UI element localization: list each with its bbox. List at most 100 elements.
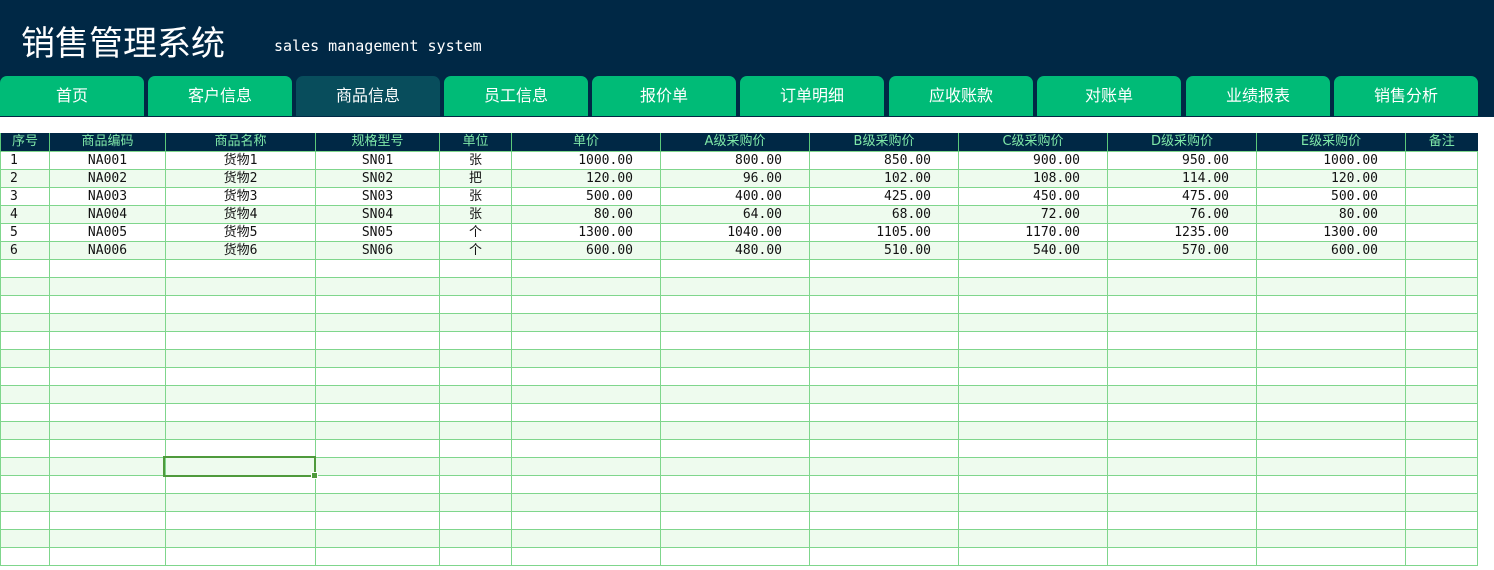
empty-cell[interactable] — [49, 331, 166, 350]
empty-cell[interactable] — [511, 547, 661, 566]
empty-cell[interactable] — [439, 511, 512, 530]
empty-cell[interactable] — [511, 367, 661, 386]
col-spec-model-cell[interactable]: SN03 — [315, 187, 440, 206]
col-price-e-cell[interactable]: 600.00 — [1256, 241, 1406, 260]
col-product-name-cell[interactable]: 货物4 — [165, 205, 316, 224]
col-index-cell[interactable]: 5 — [0, 223, 50, 242]
empty-cell[interactable] — [809, 367, 959, 386]
empty-cell[interactable] — [1107, 421, 1257, 440]
empty-cell[interactable] — [49, 295, 166, 314]
col-unit-price-cell[interactable]: 120.00 — [511, 169, 661, 188]
empty-cell[interactable] — [511, 403, 661, 422]
empty-cell[interactable] — [165, 331, 316, 350]
empty-cell[interactable] — [1256, 259, 1406, 278]
empty-cell[interactable] — [660, 547, 810, 566]
empty-cell[interactable] — [0, 457, 50, 476]
col-unit-cell[interactable]: 个 — [439, 241, 512, 260]
empty-cell[interactable] — [439, 367, 512, 386]
empty-cell[interactable] — [1107, 313, 1257, 332]
empty-cell[interactable] — [660, 367, 810, 386]
empty-cell[interactable] — [809, 403, 959, 422]
empty-cell[interactable] — [1405, 295, 1478, 314]
empty-cell[interactable] — [0, 421, 50, 440]
empty-cell[interactable] — [315, 367, 440, 386]
col-price-d-cell[interactable]: 1235.00 — [1107, 223, 1257, 242]
col-remark-cell[interactable] — [1405, 187, 1478, 206]
empty-cell[interactable] — [809, 259, 959, 278]
empty-cell[interactable] — [958, 493, 1108, 512]
col-price-b-cell[interactable]: 102.00 — [809, 169, 959, 188]
col-remark-cell[interactable] — [1405, 151, 1478, 170]
col-index-cell[interactable]: 4 — [0, 205, 50, 224]
empty-cell[interactable] — [660, 403, 810, 422]
col-price-e-cell[interactable]: 1000.00 — [1256, 151, 1406, 170]
empty-cell[interactable] — [1107, 547, 1257, 566]
empty-cell[interactable] — [315, 457, 440, 476]
col-price-a-cell[interactable]: 96.00 — [660, 169, 810, 188]
col-unit-price-header[interactable]: 单价 — [511, 133, 661, 152]
empty-cell[interactable] — [439, 295, 512, 314]
empty-cell[interactable] — [1405, 403, 1478, 422]
tab-sales-analysis[interactable]: 销售分析 — [1334, 76, 1478, 116]
col-price-d-cell[interactable]: 114.00 — [1107, 169, 1257, 188]
empty-cell[interactable] — [809, 277, 959, 296]
empty-cell[interactable] — [0, 277, 50, 296]
empty-cell[interactable] — [1405, 259, 1478, 278]
empty-cell[interactable] — [660, 331, 810, 350]
empty-cell[interactable] — [958, 511, 1108, 530]
empty-cell[interactable] — [0, 439, 50, 458]
empty-cell[interactable] — [49, 403, 166, 422]
empty-cell[interactable] — [809, 331, 959, 350]
col-unit-price-cell[interactable]: 500.00 — [511, 187, 661, 206]
col-price-a-cell[interactable]: 800.00 — [660, 151, 810, 170]
empty-cell[interactable] — [511, 349, 661, 368]
col-index-cell[interactable]: 1 — [0, 151, 50, 170]
col-unit-header[interactable]: 单位 — [439, 133, 512, 152]
empty-cell[interactable] — [439, 331, 512, 350]
col-unit-cell[interactable]: 张 — [439, 205, 512, 224]
col-spec-model-cell[interactable]: SN01 — [315, 151, 440, 170]
col-price-c-cell[interactable]: 900.00 — [958, 151, 1108, 170]
col-price-b-cell[interactable]: 510.00 — [809, 241, 959, 260]
empty-cell[interactable] — [1256, 349, 1406, 368]
empty-cell[interactable] — [809, 295, 959, 314]
col-price-d-cell[interactable]: 76.00 — [1107, 205, 1257, 224]
tab-home[interactable]: 首页 — [0, 76, 144, 116]
empty-cell[interactable] — [49, 277, 166, 296]
empty-cell[interactable] — [1256, 547, 1406, 566]
empty-cell[interactable] — [165, 259, 316, 278]
empty-cell[interactable] — [1405, 439, 1478, 458]
empty-cell[interactable] — [315, 529, 440, 548]
empty-cell[interactable] — [315, 475, 440, 494]
empty-cell[interactable] — [809, 529, 959, 548]
empty-cell[interactable] — [511, 529, 661, 548]
empty-cell[interactable] — [660, 349, 810, 368]
empty-cell[interactable] — [315, 313, 440, 332]
col-price-e-cell[interactable]: 500.00 — [1256, 187, 1406, 206]
empty-cell[interactable] — [511, 277, 661, 296]
empty-cell[interactable] — [49, 547, 166, 566]
empty-cell[interactable] — [1405, 385, 1478, 404]
empty-cell[interactable] — [49, 421, 166, 440]
empty-cell[interactable] — [0, 313, 50, 332]
empty-cell[interactable] — [1107, 475, 1257, 494]
col-remark-cell[interactable] — [1405, 205, 1478, 224]
empty-cell[interactable] — [809, 421, 959, 440]
empty-cell[interactable] — [1107, 529, 1257, 548]
empty-cell[interactable] — [660, 313, 810, 332]
empty-cell[interactable] — [1405, 421, 1478, 440]
empty-cell[interactable] — [439, 403, 512, 422]
empty-cell[interactable] — [165, 529, 316, 548]
col-price-b-cell[interactable]: 68.00 — [809, 205, 959, 224]
empty-cell[interactable] — [315, 259, 440, 278]
empty-cell[interactable] — [511, 313, 661, 332]
empty-cell[interactable] — [958, 385, 1108, 404]
tab-product-info[interactable]: 商品信息 — [296, 76, 440, 116]
empty-cell[interactable] — [165, 493, 316, 512]
empty-cell[interactable] — [165, 403, 316, 422]
empty-cell[interactable] — [165, 385, 316, 404]
empty-cell[interactable] — [165, 367, 316, 386]
empty-cell[interactable] — [958, 457, 1108, 476]
empty-cell[interactable] — [511, 511, 661, 530]
col-spec-model-cell[interactable]: SN06 — [315, 241, 440, 260]
